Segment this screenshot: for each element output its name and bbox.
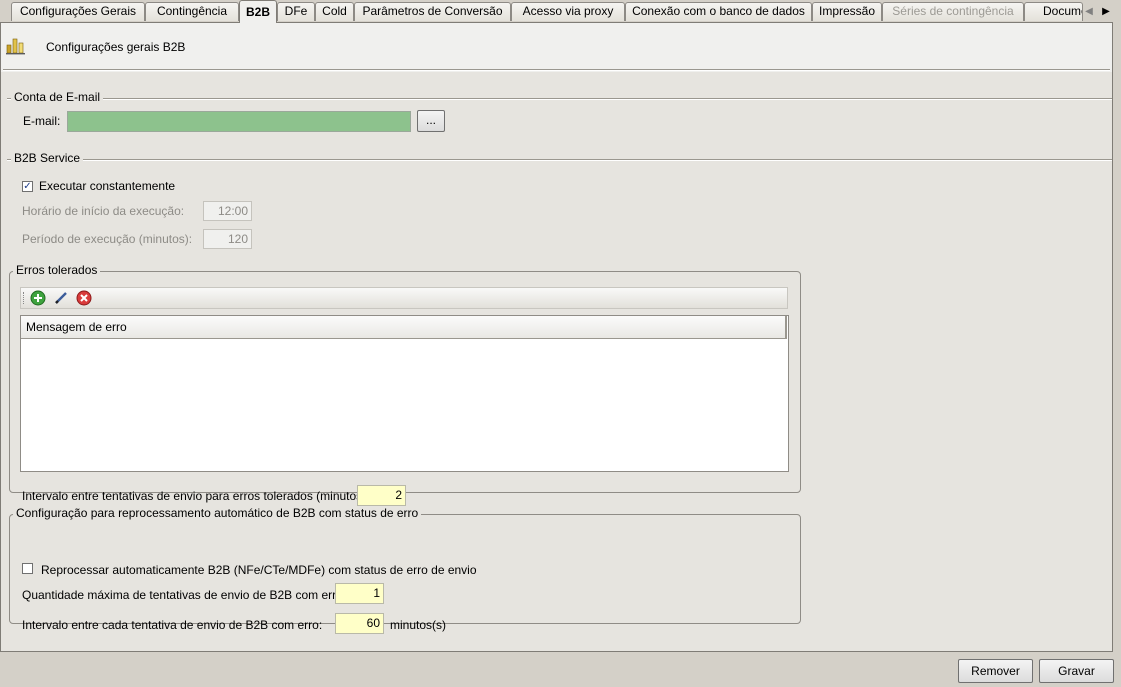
errors-toolbar [20, 287, 788, 309]
edit-icon[interactable] [53, 290, 69, 306]
tab-documentos[interactable]: Docume [1024, 2, 1083, 21]
tab-impressao[interactable]: Impressão [812, 2, 882, 21]
tab-acesso-proxy[interactable]: Acesso via proxy [511, 2, 625, 21]
tab-contingencia[interactable]: Contingência [145, 2, 239, 21]
email-browse-button[interactable]: ... [417, 110, 445, 132]
email-section-line [7, 98, 1112, 100]
period-field[interactable]: 120 [203, 229, 252, 249]
run-constantly-checkbox[interactable]: ✓ [22, 181, 33, 192]
max-attempts-label: Quantidade máxima de tentativas de envio… [22, 588, 347, 602]
save-button[interactable]: Gravar [1039, 659, 1114, 683]
tab-parametros-conversao[interactable]: Parâmetros de Conversão [354, 2, 511, 21]
page-title: Configurações gerais B2B [46, 40, 186, 54]
reprocess-interval-field[interactable]: 60 [335, 613, 384, 634]
errors-section-title: Erros tolerados [13, 263, 101, 277]
delete-icon[interactable] [76, 290, 92, 306]
email-field[interactable] [67, 111, 411, 132]
tab-conexao-banco[interactable]: Conexão com o banco de dados [625, 2, 812, 21]
panel-header: Configurações gerais B2B [1, 23, 1112, 70]
grid-column-header-mensagem[interactable]: Mensagem de erro [21, 316, 787, 339]
max-attempts-field[interactable]: 1 [335, 583, 384, 604]
run-constantly-label: Executar constantemente [39, 179, 176, 193]
email-section-title: Conta de E-mail [11, 90, 104, 104]
tab-scroll-right-icon[interactable]: ▶ [1100, 3, 1112, 20]
tab-configuracoes-gerais[interactable]: Configurações Gerais [11, 2, 145, 21]
service-section-title: B2B Service [11, 151, 84, 165]
start-time-field[interactable]: 12:00 [203, 201, 252, 221]
reprocess-interval-unit: minutos(s) [390, 618, 447, 632]
tab-dfe[interactable]: DFe [277, 2, 315, 21]
reprocess-interval-label: Intervalo entre cada tentativa de envio … [22, 618, 323, 632]
tab-scroll-left-icon[interactable]: ◀ [1083, 3, 1095, 20]
chart-bars-icon [6, 38, 25, 55]
tab-b2b[interactable]: B2B [239, 0, 277, 23]
reprocess-section-title: Configuração para reprocessamento automá… [13, 506, 422, 520]
auto-reprocess-checkbox[interactable] [22, 563, 33, 574]
period-label: Período de execução (minutos): [22, 232, 193, 246]
errors-interval-field[interactable]: 2 [357, 485, 406, 506]
add-icon[interactable] [30, 290, 46, 306]
start-time-label: Horário de início da execução: [22, 204, 185, 218]
service-section-line [7, 159, 1112, 161]
content-area: Conta de E-mail E-mail: ... B2B Service … [1, 72, 1112, 651]
remove-button[interactable]: Remover [958, 659, 1033, 683]
tab-strip: Configurações Gerais Contingência B2B DF… [0, 0, 1121, 23]
b2b-panel: Configurações gerais B2B Conta de E-mail… [0, 22, 1113, 652]
tab-series-contingencia: Séries de contingência [882, 2, 1024, 21]
auto-reprocess-label: Reprocessar automaticamente B2B (NFe/CTe… [41, 563, 477, 577]
header-divider [3, 69, 1110, 71]
toolbar-grip [23, 292, 26, 304]
errors-interval-label: Intervalo entre tentativas de envio para… [22, 489, 370, 503]
email-label: E-mail: [23, 114, 61, 128]
errors-grid[interactable]: Mensagem de erro [20, 315, 789, 472]
tab-cold[interactable]: Cold [315, 2, 354, 21]
